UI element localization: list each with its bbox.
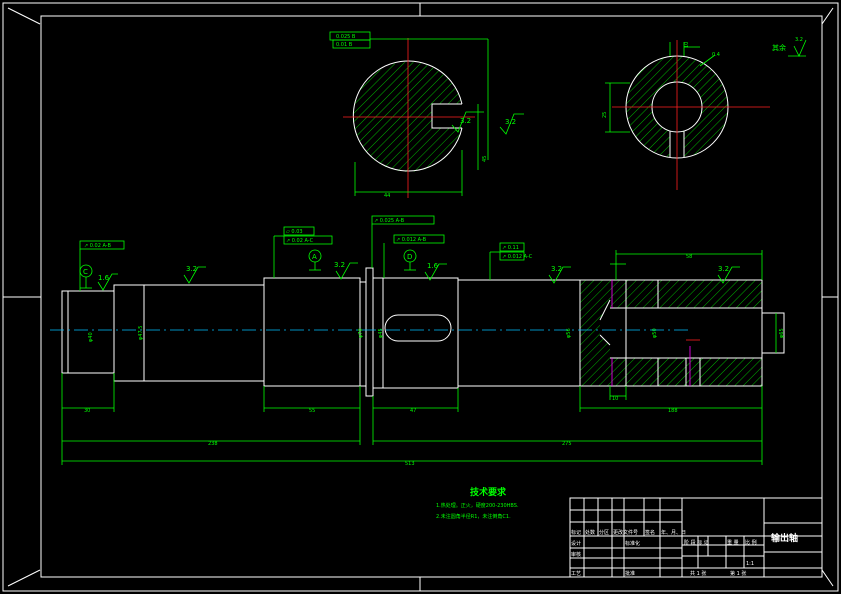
dim-44: 44 [384, 193, 390, 199]
svg-text:↗ 0.012 A-B: ↗ 0.012 A-B [396, 237, 427, 243]
dia-56: φ56 [566, 328, 572, 338]
datum-d: D [407, 253, 412, 261]
dim-513: 513 [405, 461, 415, 467]
dim-25: 25 [602, 112, 608, 118]
dim-45: 45 [482, 156, 488, 162]
svg-text:↗ 0.11: ↗ 0.11 [502, 245, 519, 251]
svg-text:0.01 B: 0.01 B [336, 42, 353, 48]
dia-45: φ45 [378, 328, 384, 338]
dim-30: 30 [84, 408, 90, 414]
tb-design: 设计 [571, 540, 581, 547]
svg-text:▱ 0.03: ▱ 0.03 [286, 229, 303, 235]
tb-scale-head: 比 例 [745, 539, 757, 546]
surface-other-label: 其余 [772, 43, 786, 52]
dim-238: 238 [208, 441, 218, 447]
tb-stage: 阶 段 标 记 [684, 539, 709, 546]
dia-47: φ47.5 [138, 326, 144, 340]
tb-mark: 标记 [571, 529, 581, 536]
tb-sheets: 共 1 张 [690, 570, 706, 577]
tech-heading: 技术要求 [470, 486, 507, 498]
roughness-5: 3.2 [551, 265, 562, 273]
tb-weight: 重 量 [727, 539, 739, 546]
roughness-6: 3.2 [718, 265, 729, 273]
tb-date: 年、月、日 [661, 529, 686, 536]
dia-65: φ65 [779, 328, 785, 338]
dia-40: φ40 [88, 332, 94, 342]
roughness-3: 3.2 [334, 261, 345, 269]
tech-line-2: 2.未注圆角半径R1，未注倒角C1. [436, 513, 511, 520]
tb-change-doc: 更改文件号 [613, 529, 638, 536]
datum-a: A [312, 253, 317, 261]
dim-10: 10 [684, 42, 690, 48]
dim-55: 55 [309, 408, 315, 414]
tb-review: 审核 [571, 551, 581, 558]
svg-text:↗ 0.02 A-B: ↗ 0.02 A-B [84, 243, 111, 249]
dim-58: 58 [686, 254, 692, 260]
dim-47: 47 [410, 408, 416, 414]
dia-50: φ50 [652, 328, 658, 338]
part-name: 输出轴 [771, 532, 798, 544]
dim-10-bottom: 10 [612, 396, 618, 402]
roughness-2: 3.2 [186, 265, 197, 273]
tb-sign: 签名 [645, 529, 655, 536]
tb-process: 工艺 [571, 571, 581, 577]
roughness-section1-b: 3.2 [505, 118, 516, 126]
datum-c: C [83, 268, 88, 276]
tb-zone: 分区 [599, 529, 609, 536]
svg-text:↗ 0.012 A-C: ↗ 0.012 A-C [502, 254, 533, 260]
dim-188: 188 [668, 408, 678, 414]
roughness-section1-a: 3.2 [460, 117, 471, 125]
roughness-4: 1.6 [427, 262, 439, 270]
svg-text:3.2: 3.2 [795, 37, 803, 43]
cad-drawing: 0.025 B 0.01 B 44 3.2 3.2 45 25 10 0.4 其… [2, 2, 839, 592]
svg-text:0.025 B: 0.025 B [336, 34, 356, 40]
roughness-1: 1.6 [98, 274, 110, 282]
tb-scale: 1:1 [746, 561, 754, 567]
section-view-keyway: 0.025 B 0.01 B 44 3.2 3.2 45 [329, 31, 524, 199]
tb-approve: 批准 [625, 570, 635, 577]
tol-04: 0.4 [712, 52, 720, 58]
tech-requirements: 技术要求 1.热处理。正火，硬度200-230HBS. 2.未注圆角半径R1，未… [436, 486, 519, 520]
tech-line-1: 1.热处理。正火，硬度200-230HBS. [436, 502, 519, 509]
svg-text:↗ 0.025 A-B: ↗ 0.025 A-B [374, 218, 405, 224]
shaft-main-view: ↗ 0.02 A-B ▱ 0.03 ↗ 0.02 A-C ↗ 0.025 A-B… [50, 215, 785, 467]
dia-70: φ70 [358, 328, 364, 338]
tb-count: 处数 [585, 529, 595, 536]
svg-text:↗ 0.02 A-C: ↗ 0.02 A-C [286, 238, 314, 244]
section-view-bore: 25 10 0.4 其余 3.2 [602, 37, 807, 190]
dim-275: 275 [562, 441, 572, 447]
tb-standard: 标准化 [625, 540, 640, 547]
tb-sheet-no: 第 1 张 [730, 570, 746, 577]
